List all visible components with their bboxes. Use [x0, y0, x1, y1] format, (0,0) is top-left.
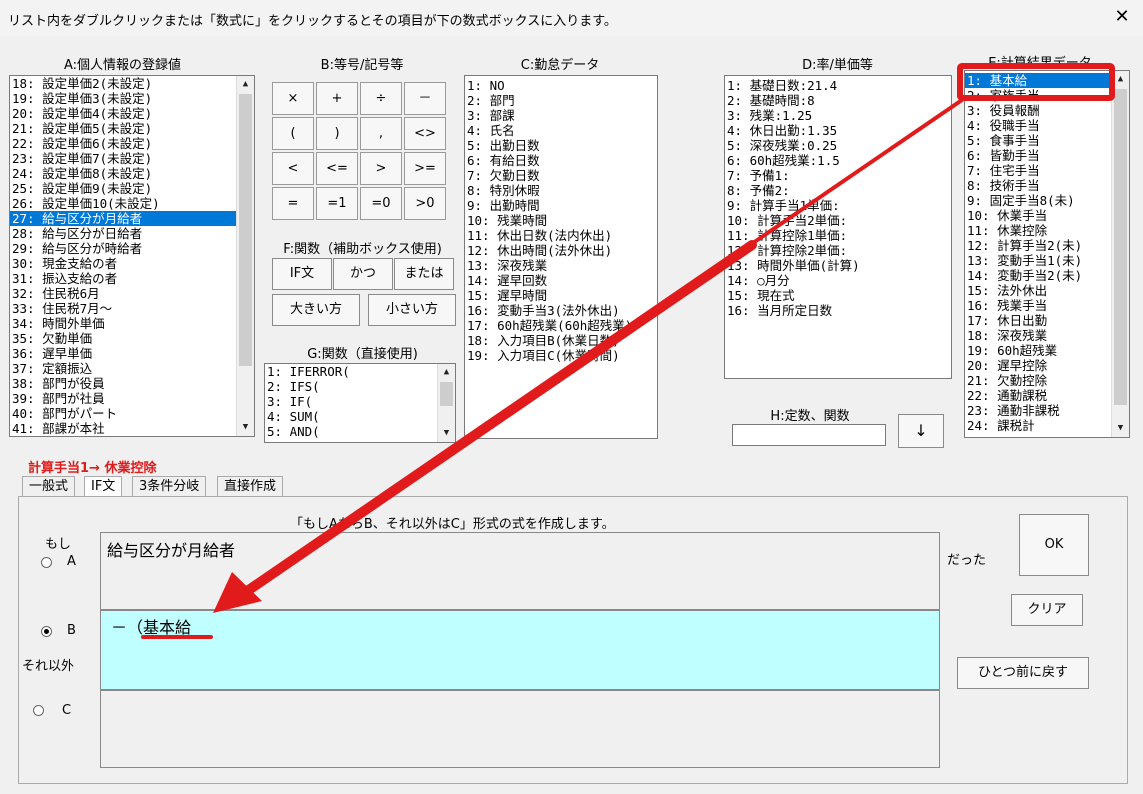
- highlight-box: [957, 63, 1115, 101]
- arrow-head-icon: [213, 572, 262, 613]
- annotation-arrow-thick: [235, 240, 757, 601]
- annotation-overlay: [141, 63, 1115, 639]
